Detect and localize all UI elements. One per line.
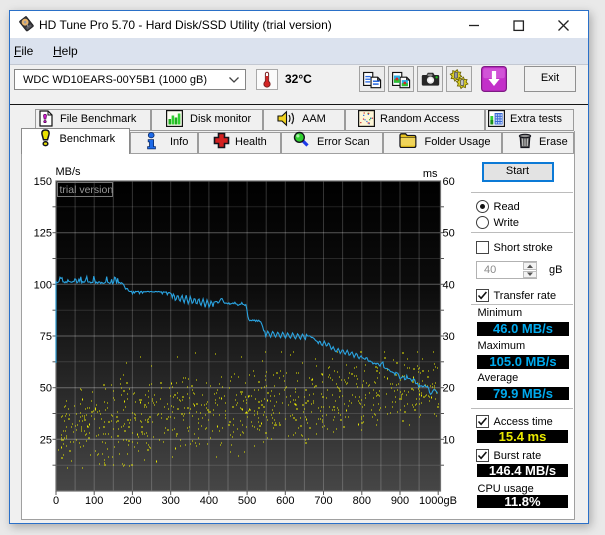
svg-text:500: 500 — [238, 495, 256, 507]
svg-text:75: 75 — [40, 331, 52, 343]
svg-text:150: 150 — [34, 176, 52, 188]
svg-text:20: 20 — [443, 383, 455, 395]
svg-text:50: 50 — [443, 228, 455, 240]
svg-text:600: 600 — [276, 495, 294, 507]
svg-text:30: 30 — [443, 331, 455, 343]
svg-text:100: 100 — [34, 279, 52, 291]
svg-text:400: 400 — [200, 495, 218, 507]
svg-text:0: 0 — [53, 495, 59, 507]
svg-text:10: 10 — [443, 434, 455, 446]
svg-text:50: 50 — [40, 383, 52, 395]
svg-text:900: 900 — [391, 495, 409, 507]
svg-text:25: 25 — [40, 434, 52, 446]
svg-text:200: 200 — [123, 495, 141, 507]
svg-text:ms: ms — [423, 168, 438, 180]
svg-text:trial version: trial version — [60, 184, 114, 196]
svg-text:1000gB: 1000gB — [419, 495, 457, 507]
svg-text:800: 800 — [353, 495, 371, 507]
svg-text:125: 125 — [34, 228, 52, 240]
svg-text:700: 700 — [314, 495, 332, 507]
svg-text:300: 300 — [162, 495, 180, 507]
svg-text:60: 60 — [443, 176, 455, 188]
svg-text:100: 100 — [85, 495, 103, 507]
svg-text:40: 40 — [443, 279, 455, 291]
svg-text:MB/s: MB/s — [56, 166, 82, 178]
